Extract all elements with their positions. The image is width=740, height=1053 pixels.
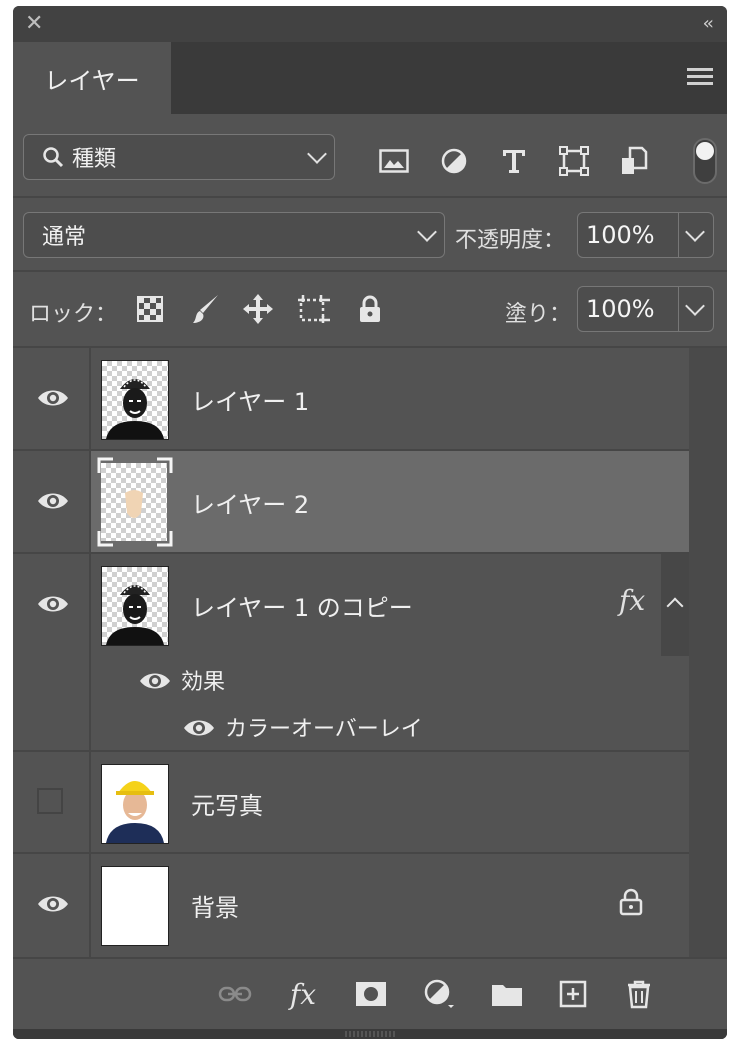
- layer-row-4[interactable]: 元写真: [13, 752, 689, 852]
- visibility-checkbox[interactable]: [37, 788, 63, 814]
- chevron-down-icon: [685, 296, 705, 316]
- fill-input[interactable]: 100%: [577, 286, 679, 332]
- layer-name[interactable]: 元写真: [191, 786, 263, 821]
- layer-list: レイヤー 1 レイヤー 2 レイヤー 1 のコピー fx 効果 カラーオーバーレ…: [13, 348, 727, 957]
- effects-label: 効果: [181, 670, 226, 695]
- chevron-down-icon: [685, 222, 705, 242]
- eye-icon[interactable]: [37, 491, 69, 511]
- delete-layer-icon[interactable]: [621, 977, 657, 1011]
- link-layers-icon[interactable]: [217, 977, 253, 1011]
- layer-row-3[interactable]: レイヤー 1 のコピー fx 効果 カラーオーバーレイ: [13, 554, 689, 750]
- fill-dropdown-button[interactable]: [678, 286, 714, 332]
- effects-collapse-button[interactable]: [661, 554, 689, 656]
- lock-artboard-icon[interactable]: [297, 292, 331, 326]
- visibility-cell: [13, 554, 91, 750]
- panel-content: 種類 通常 不透明度： 100% ロック： 塗り： 100% レイヤー 1 レイ…: [13, 114, 727, 1039]
- collapse-icon[interactable]: ‹‹: [703, 12, 715, 36]
- filter-row: 種類: [13, 114, 727, 196]
- tab-row: レイヤー: [13, 42, 727, 114]
- scrollbar[interactable]: [689, 348, 727, 957]
- layer-row-5[interactable]: 背景: [13, 854, 689, 957]
- lock-row: ロック： 塗り： 100%: [13, 272, 727, 346]
- layer-thumbnail: [101, 566, 169, 646]
- lock-position-icon[interactable]: [241, 292, 275, 326]
- new-layer-icon[interactable]: [555, 977, 591, 1011]
- shape-filter-icon[interactable]: [557, 144, 591, 178]
- new-group-icon[interactable]: [489, 977, 525, 1011]
- fx-badge[interactable]: fx: [619, 584, 645, 617]
- eye-icon[interactable]: [37, 388, 69, 408]
- visibility-cell: [13, 451, 91, 552]
- panel-title-bar: ✕ ‹‹: [13, 6, 727, 42]
- lock-transparent-pixels-icon[interactable]: [133, 292, 167, 326]
- layer-name[interactable]: レイヤー 2: [191, 485, 309, 520]
- visibility-cell: [13, 854, 91, 957]
- filter-kind-dropdown[interactable]: 種類: [23, 134, 335, 180]
- smart-object-filter-icon[interactable]: [617, 144, 651, 178]
- layer-name[interactable]: レイヤー 1: [191, 382, 309, 417]
- filter-toggle[interactable]: [693, 138, 717, 184]
- effect-name[interactable]: カラーオーバーレイ: [225, 711, 423, 743]
- eye-icon[interactable]: [183, 718, 215, 738]
- bottom-toolbar: fx: [13, 959, 727, 1029]
- visibility-cell: [13, 752, 91, 852]
- lock-label: ロック：: [29, 302, 118, 327]
- blend-mode-value: 通常: [42, 225, 87, 250]
- layer-row-2[interactable]: レイヤー 2: [13, 451, 689, 552]
- layers-panel: ✕ ‹‹ レイヤー 種類 通常 不透明度： 100% ロック： 塗り： 100%…: [13, 6, 727, 1039]
- visibility-cell: [13, 348, 91, 450]
- resize-grip[interactable]: [13, 1029, 727, 1039]
- tab-layers[interactable]: レイヤー: [13, 42, 171, 114]
- eye-icon[interactable]: [37, 594, 69, 614]
- fill-label: 塗り：: [505, 302, 572, 327]
- type-filter-icon[interactable]: [497, 144, 531, 178]
- add-layer-style-icon[interactable]: fx: [285, 977, 321, 1011]
- layer-thumbnail: [101, 360, 169, 440]
- selection-brackets: [97, 457, 173, 547]
- filter-kind-label: 種類: [72, 147, 117, 172]
- new-adjustment-layer-icon[interactable]: [421, 977, 457, 1011]
- lock-icon: [619, 888, 643, 916]
- opacity-dropdown-button[interactable]: [678, 212, 714, 258]
- blend-row: 通常 不透明度： 100%: [13, 198, 727, 270]
- adjustment-filter-icon[interactable]: [437, 144, 471, 178]
- add-mask-icon[interactable]: [353, 977, 389, 1011]
- eye-icon[interactable]: [37, 894, 69, 914]
- chevron-down-icon: [307, 144, 327, 164]
- lock-all-icon[interactable]: [353, 292, 387, 326]
- blend-mode-dropdown[interactable]: 通常: [23, 212, 445, 258]
- lock-image-pixels-icon[interactable]: [189, 292, 223, 326]
- opacity-label: 不透明度：: [455, 228, 566, 253]
- close-icon[interactable]: ✕: [25, 12, 43, 36]
- layer-thumbnail: [101, 764, 169, 844]
- eye-icon[interactable]: [139, 671, 171, 691]
- image-filter-icon[interactable]: [377, 144, 411, 178]
- chevron-down-icon: [417, 222, 437, 242]
- layer-name[interactable]: 背景: [191, 888, 239, 923]
- panel-menu-icon[interactable]: [687, 68, 713, 88]
- layer-name[interactable]: レイヤー 1 のコピー: [191, 588, 413, 623]
- search-icon: [43, 147, 64, 168]
- layer-thumbnail: [101, 866, 169, 946]
- opacity-input[interactable]: 100%: [577, 212, 679, 258]
- layer-row-1[interactable]: レイヤー 1: [13, 348, 689, 450]
- chevron-up-icon: [666, 597, 684, 615]
